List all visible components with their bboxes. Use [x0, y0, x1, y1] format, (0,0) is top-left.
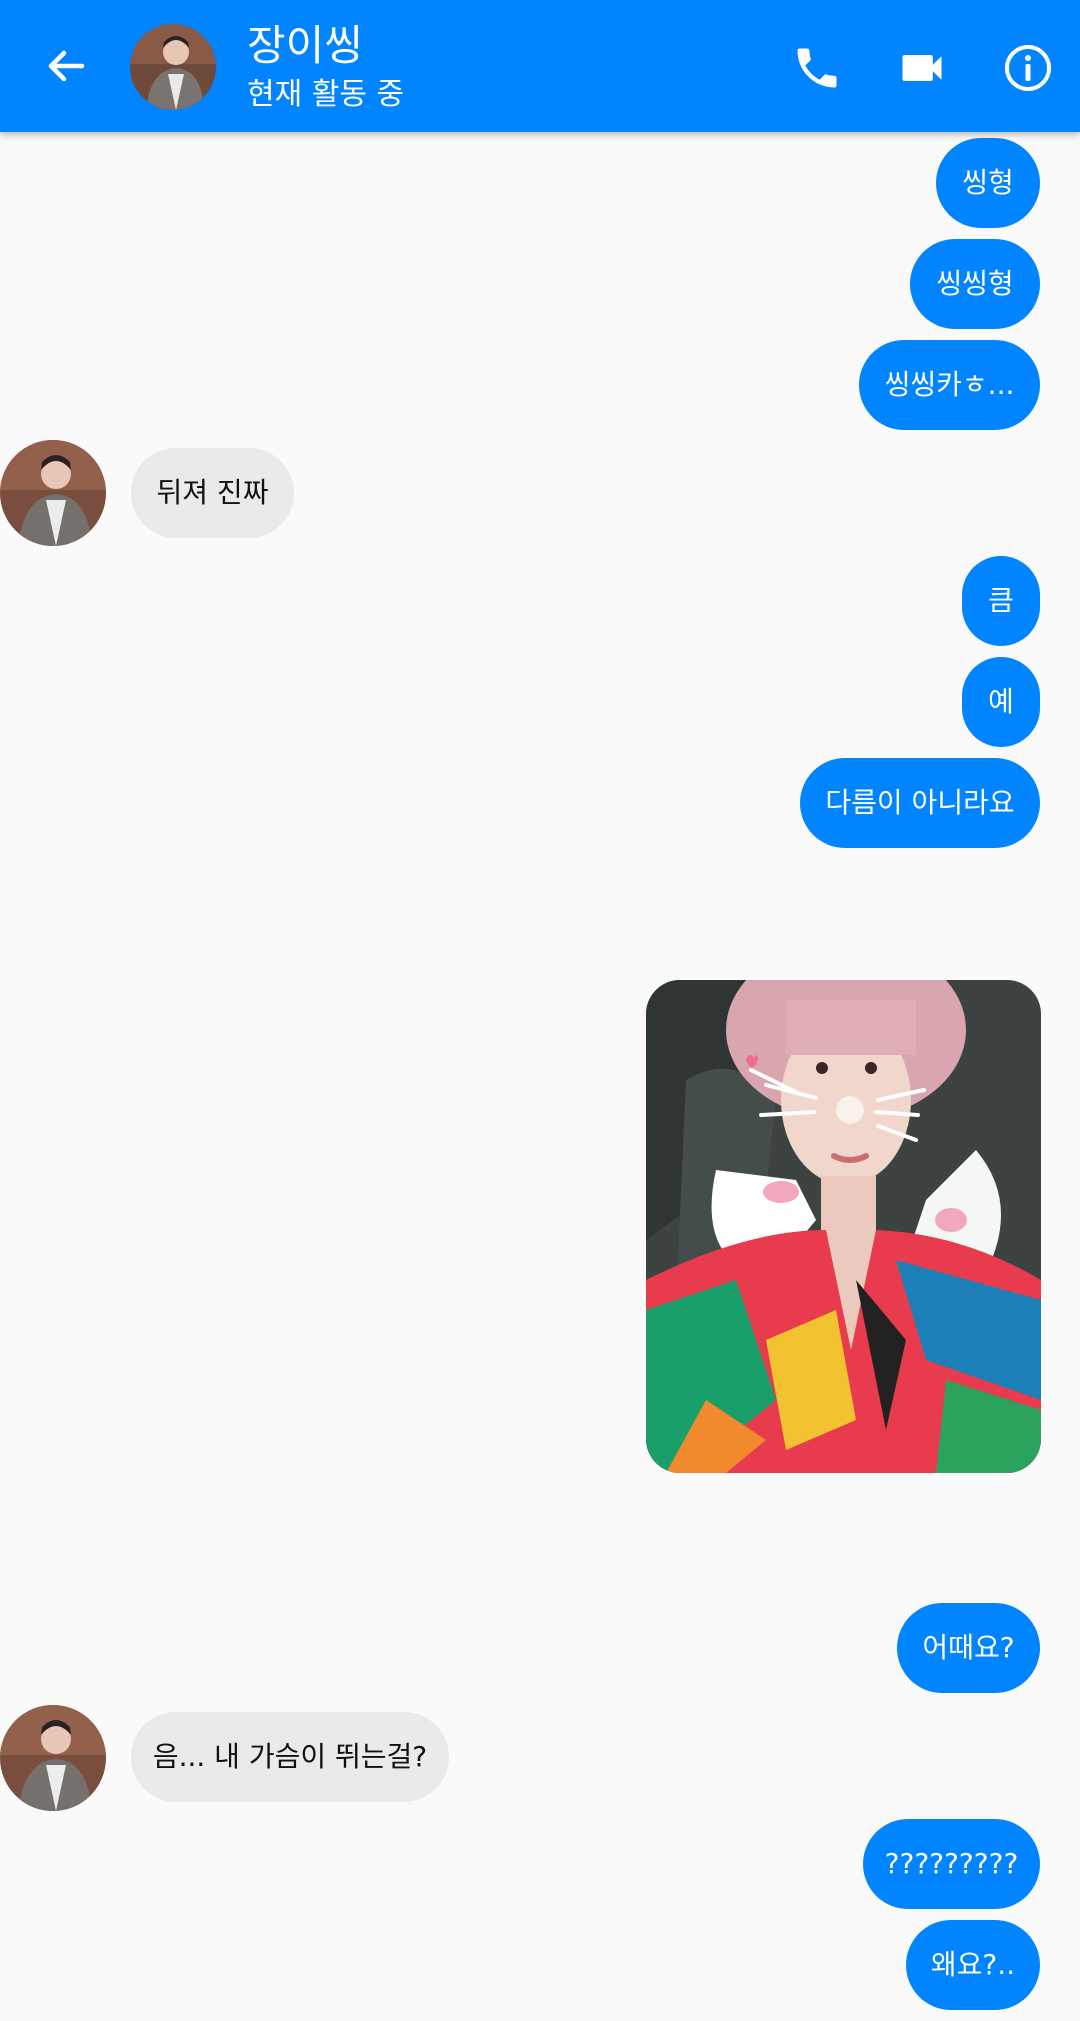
shared-photo[interactable] — [646, 980, 1041, 1473]
contact-avatar[interactable] — [0, 1705, 106, 1811]
outgoing-message[interactable]: 씽형 — [936, 138, 1040, 228]
phone-icon[interactable] — [785, 36, 849, 100]
outgoing-message[interactable]: 예 — [962, 657, 1040, 747]
outgoing-message[interactable]: 어때요? — [897, 1603, 1040, 1693]
active-status: 현재 활동 중 — [247, 77, 405, 112]
messenger-chat-screen: 장이씽 현재 활동 중 씽형 씽씽형 씽씽카ㅎ... 뒤져 진짜 큼 예 다름이… — [0, 0, 1080, 2021]
back-arrow-icon[interactable] — [36, 36, 96, 96]
contact-avatar[interactable] — [130, 24, 216, 110]
contact-avatar[interactable] — [0, 440, 106, 546]
outgoing-message[interactable]: 씽씽형 — [910, 239, 1040, 329]
info-icon[interactable] — [996, 36, 1060, 100]
outgoing-message[interactable]: ????????? — [863, 1819, 1040, 1909]
contact-name[interactable]: 장이씽 — [247, 20, 363, 72]
outgoing-message[interactable]: 씽씽카ㅎ... — [859, 340, 1040, 430]
outgoing-message[interactable]: 큼 — [962, 556, 1040, 646]
incoming-message[interactable]: 뒤져 진짜 — [131, 448, 294, 538]
chat-header: 장이씽 현재 활동 중 — [0, 0, 1080, 132]
incoming-message[interactable]: 음... 내 가슴이 뛰는걸? — [131, 1712, 449, 1802]
outgoing-message[interactable]: 왜요?.. — [906, 1920, 1040, 2010]
video-camera-icon[interactable] — [890, 36, 954, 100]
outgoing-message[interactable]: 다름이 아니라요 — [800, 758, 1040, 848]
